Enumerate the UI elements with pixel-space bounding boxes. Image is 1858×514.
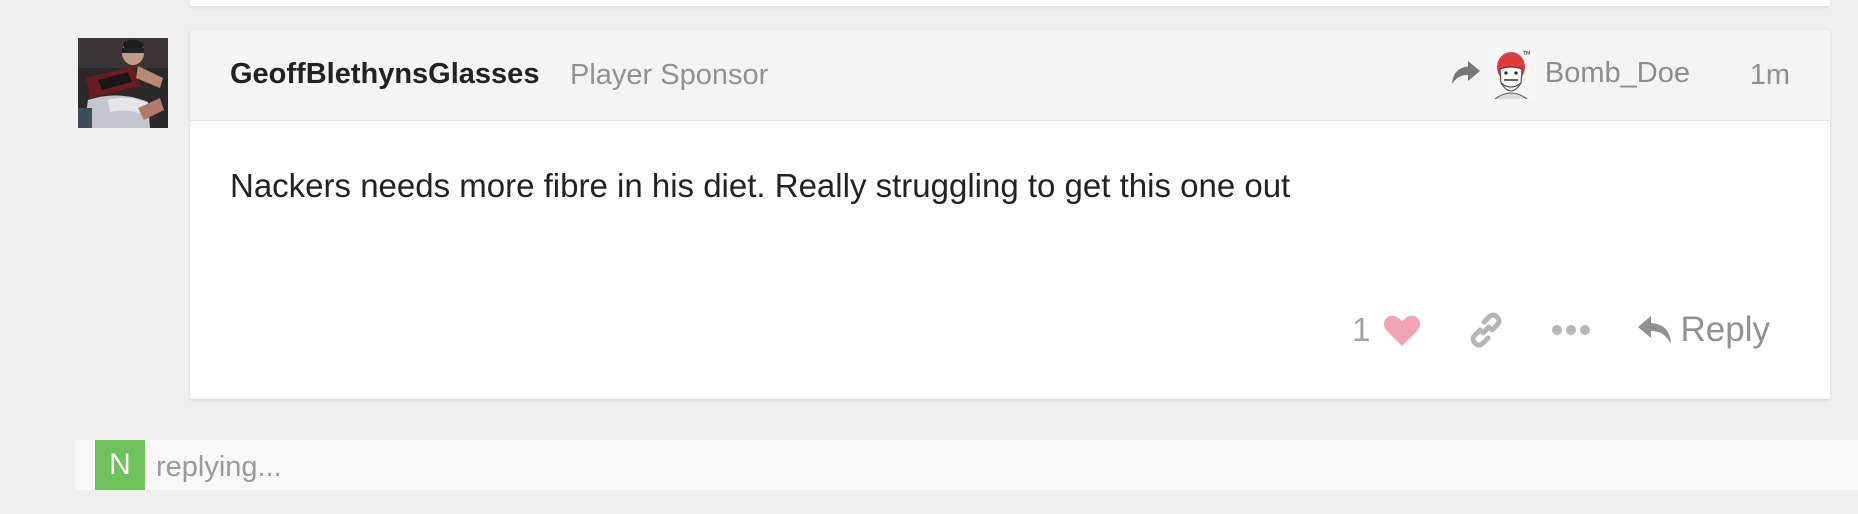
ellipsis-icon [1551, 325, 1590, 335]
author-avatar-image [78, 38, 168, 128]
replying-text: replying... [156, 451, 282, 483]
share-link-button[interactable] [1421, 311, 1505, 349]
previous-post-edge [190, 0, 1830, 6]
like-button[interactable] [1383, 313, 1421, 347]
share-arrow-icon [1451, 61, 1480, 84]
reply-button[interactable]: Reply [1637, 310, 1770, 350]
username-link[interactable]: GeoffBlethynsGlasses [230, 58, 539, 91]
post-content: Nackers needs more fibre in his diet. Re… [230, 167, 1291, 204]
reply-arrow-icon [1637, 316, 1671, 344]
user-title: Player Sponsor [570, 59, 769, 91]
heart-icon [1383, 315, 1420, 346]
topic-stream: GeoffBlethynsGlasses Player Sponsor TM B… [0, 0, 1858, 514]
replying-indicator: N replying... [75, 440, 1858, 490]
reply-to-tab[interactable]: TM Bomb_Doe [1449, 47, 1690, 99]
post-date[interactable]: 1m [1750, 59, 1790, 92]
link-icon [1470, 312, 1501, 348]
author-avatar[interactable] [78, 38, 168, 128]
like-count[interactable]: 1 [1352, 311, 1370, 349]
replying-user-avatar[interactable]: N [95, 440, 145, 490]
post-card: GeoffBlethynsGlasses Player Sponsor TM B… [190, 30, 1830, 399]
post-actions: 1 Reply [1352, 305, 1770, 355]
reply-to-avatar: TM [1488, 47, 1535, 99]
reply-to-username: Bomb_Doe [1544, 56, 1690, 89]
post-header: GeoffBlethynsGlasses Player Sponsor TM B… [190, 30, 1830, 121]
show-more-button[interactable] [1505, 324, 1591, 336]
svg-text:TM: TM [1522, 51, 1530, 57]
reply-label: Reply [1680, 310, 1770, 349]
